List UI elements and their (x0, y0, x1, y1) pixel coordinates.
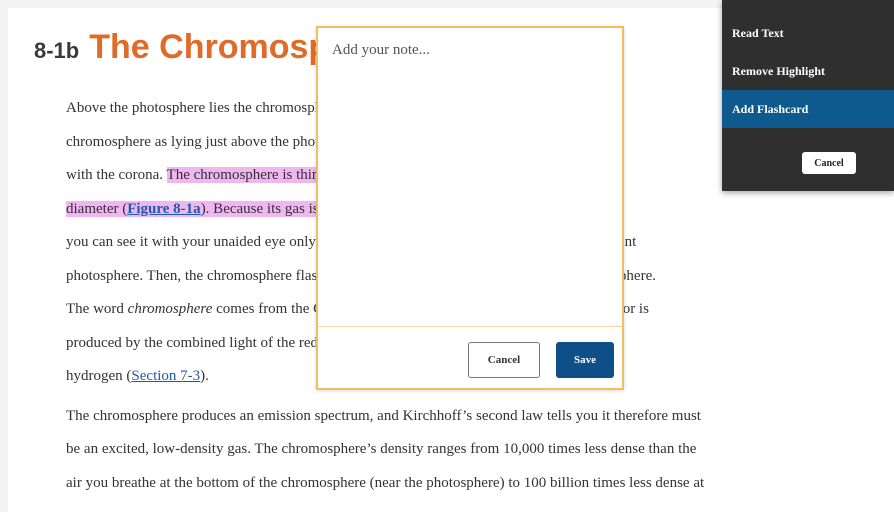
menu-item-read-text[interactable]: Read Text (722, 14, 894, 52)
note-dialog: Cancel Save (316, 26, 624, 390)
note-dialog-divider (318, 326, 622, 327)
text-line: air you breathe at the bottom of the chr… (66, 467, 866, 501)
section-link[interactable]: Section 7-3 (131, 368, 200, 384)
note-input[interactable] (322, 32, 620, 324)
menu-cancel-button[interactable]: Cancel (802, 152, 856, 174)
text-segment: be an excited, low-density gas. The chro… (66, 441, 697, 457)
menu-item-add-flashcard[interactable]: Add Flashcard (722, 90, 894, 128)
italic-term: chromosphere (127, 301, 213, 317)
text-segment: with the corona. (66, 167, 167, 183)
context-menu: Add Note Read Text Remove Highlight Add … (722, 0, 894, 191)
note-cancel-button[interactable]: Cancel (468, 342, 540, 378)
note-save-button[interactable]: Save (556, 342, 614, 378)
text-line: The chromosphere produces an emission sp… (66, 400, 866, 434)
text-segment: The word (66, 301, 128, 317)
text-segment: ). (200, 368, 209, 384)
text-segment: air you breathe at the bottom of the chr… (66, 474, 705, 491)
section-number: 8-1b (34, 38, 80, 63)
text-segment: The chromosphere produces an emission sp… (66, 407, 701, 424)
text-segment: hydrogen ( (66, 368, 132, 384)
highlighted-text[interactable]: diameter ( (66, 200, 128, 217)
menu-item-add-note[interactable]: Add Note (722, 0, 894, 14)
text-line: be an excited, low-density gas. The chro… (66, 433, 866, 467)
highlighted-text[interactable]: Figure 8-1a (127, 200, 201, 217)
menu-item-remove-highlight[interactable]: Remove Highlight (722, 52, 894, 90)
figure-link[interactable]: Figure 8-1a (127, 201, 200, 217)
